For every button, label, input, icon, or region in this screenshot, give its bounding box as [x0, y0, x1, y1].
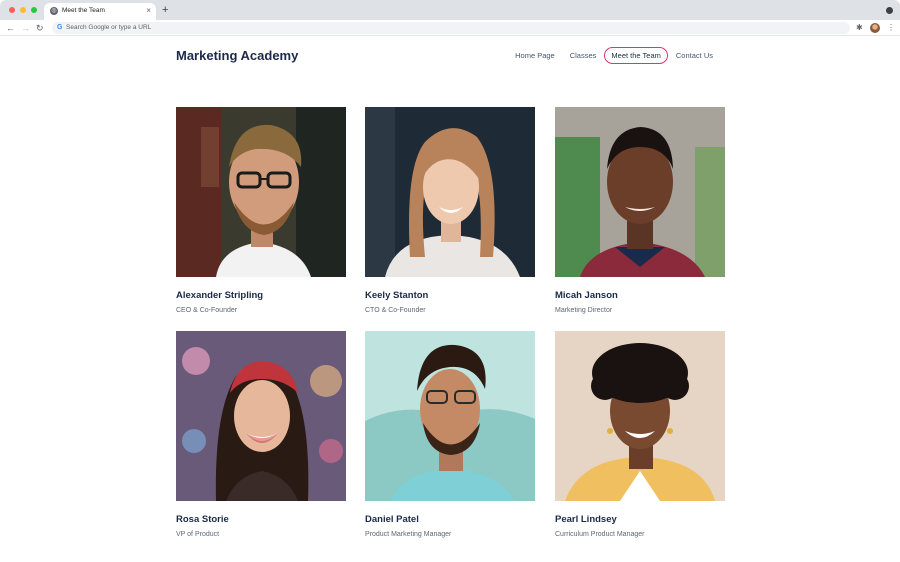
address-bar[interactable]: G Search Google or type a URL — [52, 22, 850, 34]
site-header: Marketing Academy Home Page Classes Meet… — [176, 36, 724, 76]
google-icon: G — [57, 24, 63, 31]
team-member-role: Marketing Director — [555, 307, 613, 314]
minimize-window-button[interactable] — [20, 7, 26, 13]
team-member-role: Product Marketing Manager — [365, 531, 452, 538]
team-member-name: Daniel Patel — [365, 514, 419, 525]
team-member-name: Micah Janson — [555, 290, 618, 301]
browser-tab-active[interactable]: ◎ Meet the Team × — [44, 3, 156, 20]
browser-toolbar: ← → ↻ G Search Google or type a URL ✱ ⋮ — [0, 20, 900, 36]
team-member-photo — [365, 107, 535, 277]
close-window-button[interactable] — [9, 7, 15, 13]
team-member-photo — [555, 107, 725, 277]
nav-link-meet-the-team[interactable]: Meet the Team — [604, 47, 668, 64]
team-member-role: Curriculum Product Manager — [555, 531, 645, 538]
team-member-photo — [176, 331, 346, 501]
reload-icon[interactable]: ↻ — [36, 21, 44, 35]
browser-menu-icon[interactable]: ⋮ — [887, 22, 895, 34]
profile-icon[interactable] — [886, 7, 893, 14]
globe-icon: ◎ — [50, 7, 58, 15]
browser-window: ◎ Meet the Team × + ← → ↻ G Search Googl… — [0, 0, 900, 562]
team-member-role: CEO & Co-Founder — [176, 307, 238, 314]
tab-strip: ◎ Meet the Team × + — [0, 0, 900, 20]
team-member-name: Rosa Storie — [176, 514, 229, 525]
team-member-photo — [555, 331, 725, 501]
site-brand[interactable]: Marketing Academy — [176, 48, 298, 63]
team-member-photo — [365, 331, 535, 501]
team-member-name: Pearl Lindsey — [555, 514, 617, 525]
team-member-role: VP of Product — [176, 531, 220, 538]
nav-link-contact[interactable]: Contact Us — [669, 47, 720, 64]
profile-avatar[interactable] — [870, 23, 880, 33]
team-member-role: CTO & Co-Founder — [365, 307, 426, 314]
nav-link-classes[interactable]: Classes — [563, 47, 604, 64]
back-arrow-icon[interactable]: ← — [6, 21, 15, 35]
team-member-photo — [176, 107, 346, 277]
address-bar-placeholder: Search Google or type a URL — [66, 24, 152, 31]
new-tab-button[interactable]: + — [162, 4, 168, 16]
close-tab-icon[interactable]: × — [146, 6, 151, 16]
forward-arrow-icon[interactable]: → — [21, 21, 30, 35]
extensions-icon[interactable]: ✱ — [856, 22, 863, 34]
tab-title: Meet the Team — [62, 7, 105, 14]
nav-link-home[interactable]: Home Page — [508, 47, 562, 64]
maximize-window-button[interactable] — [31, 7, 37, 13]
main-nav: Home Page Classes Meet the Team Contact … — [507, 47, 720, 64]
team-member-name: Keely Stanton — [365, 290, 429, 301]
team-member-name: Alexander Stripling — [176, 290, 264, 301]
